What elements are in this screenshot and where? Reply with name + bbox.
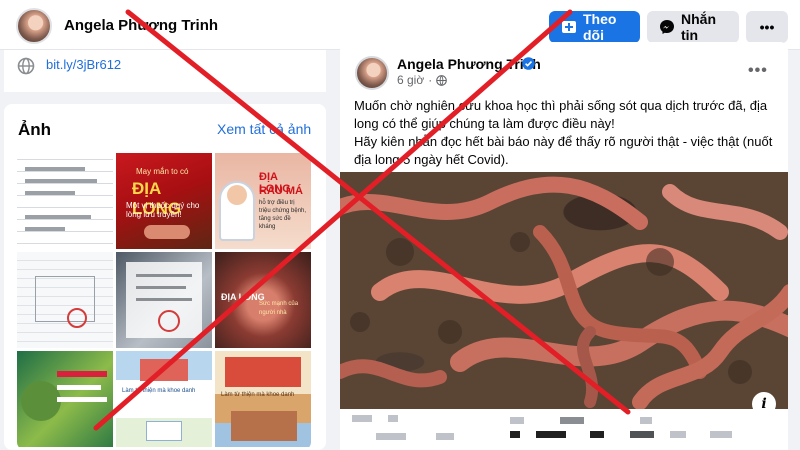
post-text-line: Muốn chờ nghiên cứu khoa học thì phải số… [354,98,768,113]
photo-tile[interactable]: ĐỊA LONG RAU MÁ hỗ trợ điều trị triệu ch… [215,153,311,249]
follow-button[interactable]: Theo dõi [549,11,640,43]
see-all-photos-link[interactable]: Xem tất cả ảnh [217,121,311,137]
messenger-icon [660,20,674,34]
verified-badge-icon [522,57,535,70]
post-text-line: địa long 5 ngày hết Covid). [354,152,509,167]
photo-tile[interactable] [17,153,113,249]
photo-tile-caption: Một vị thuốc quý cho lòng lưu truyền! [126,201,200,219]
post-more-options-icon[interactable]: ••• [748,62,768,80]
photo-tile[interactable] [116,252,212,348]
more-options-icon: ••• [759,19,775,35]
profile-avatar[interactable] [16,8,52,44]
post-text: Muốn chờ nghiên cứu khoa học thì phải số… [354,97,780,169]
photo-tile[interactable] [17,351,113,447]
post-text-line: long có thể giúp chúng ta làm được điều … [354,116,615,131]
photo-tile-caption: Sức mạnh của người nhà [259,301,299,316]
photo-tile-caption: Làm từ thiện mà khoe danh [122,388,196,394]
post-author-avatar[interactable] [355,56,389,90]
intro-website-link[interactable]: bit.ly/3jBr612 [46,57,121,72]
profile-name[interactable]: Angela Phương Trinh [64,17,218,34]
photos-grid: May mắn to có ĐỊA LONG Một vị thuốc quý … [17,153,311,450]
globe-icon [17,57,35,75]
photos-title: Ảnh [18,120,52,139]
post-image-earthworms[interactable] [340,172,788,409]
post-time-text: 6 giờ [397,73,425,87]
blurred-reactions-area [340,409,788,450]
photo-tile-caption: hỗ trợ điều trị triệu chứng bệnh, tăng s… [259,200,307,230]
earthworm-photo [340,176,788,409]
photo-tile[interactable]: May mắn to có ĐỊA LONG Một vị thuốc quý … [116,153,212,249]
photo-tile-text: May mắn to có [136,167,189,176]
post-timestamp[interactable]: 6 giờ · [397,73,448,87]
photo-tile-heading-2: RAU MÁ [259,185,303,197]
more-options-button[interactable]: ••• [746,11,788,43]
photo-tile[interactable]: ĐỊA LONG Sức mạnh của người nhà [215,252,311,348]
follow-button-label: Theo dõi [583,11,617,43]
follow-icon [562,21,576,33]
post-author-name[interactable]: Angela Phương Trinh [397,56,541,72]
message-button[interactable]: Nhắn tin [647,11,739,43]
public-audience-icon [436,74,448,86]
separator-dot: · [428,73,433,87]
photo-tile[interactable]: Làm từ thiện mà khoe danh [215,351,311,447]
photo-tile[interactable]: Làm từ thiện mà khoe danh [116,351,212,447]
photo-tile-caption: Làm từ thiện mà khoe danh [221,392,295,398]
message-button-label: Nhắn tin [681,11,716,43]
post-text-line: Hãy kiên nhẫn đọc hết bài báo này để thấ… [354,134,773,149]
photo-tile[interactable] [17,252,113,348]
